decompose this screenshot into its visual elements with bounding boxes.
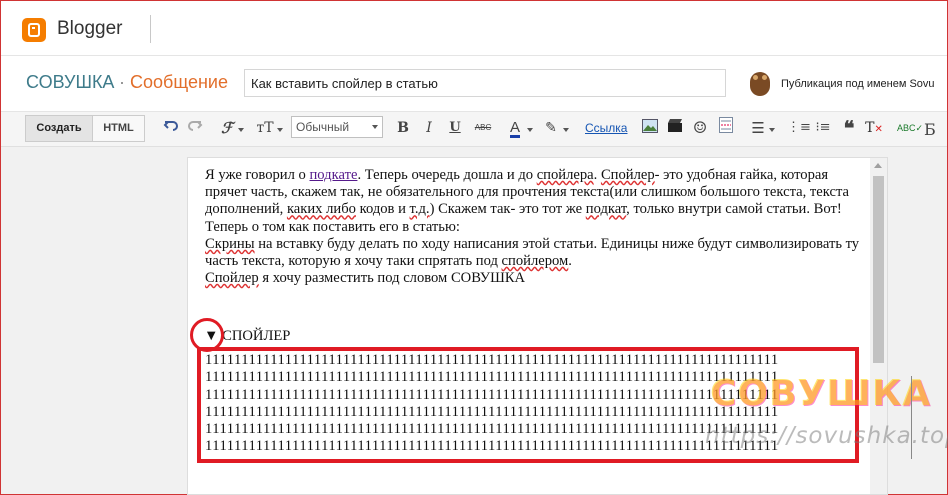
misspelled-word: подкат	[585, 201, 627, 218]
body-text: . Теперь очередь дошла и до	[357, 167, 537, 183]
font-size-icon[interactable]: тT	[254, 117, 276, 139]
toolbar-overflow-glyph[interactable]: Б	[924, 120, 936, 139]
watermark-title: СОВУШКА	[710, 373, 931, 414]
misspelled-word: спойлера	[536, 167, 594, 183]
breadcrumb-separator: ·	[119, 72, 125, 92]
quote-icon[interactable]: ❝	[840, 117, 858, 139]
misspelled-word: Спойлер	[205, 270, 259, 287]
undo-icon[interactable]	[161, 117, 181, 139]
numbered-list-icon[interactable]: ⋮≡	[787, 117, 811, 139]
app-name[interactable]: Blogger	[57, 18, 123, 40]
redo-icon[interactable]	[185, 117, 205, 139]
watermark-divider	[911, 376, 912, 459]
paragraph-style-arrow	[372, 125, 378, 129]
header-divider	[150, 15, 151, 43]
body-text: ) Скажем так- это тот же	[429, 201, 586, 218]
align-dropdown-arrow[interactable]	[769, 128, 775, 132]
misspelled-word: Скрины	[205, 235, 255, 252]
emoji-icon[interactable]: ☺	[691, 117, 709, 139]
published-as-label: Публикация под именем Sovu	[781, 78, 935, 90]
scroll-thumb[interactable]	[873, 176, 884, 363]
bulleted-list-icon[interactable]: ⁝≡	[814, 117, 832, 139]
html-mode-button[interactable]: HTML	[92, 115, 145, 142]
font-size-dropdown-arrow[interactable]	[277, 128, 283, 132]
section-label: Сообщение	[130, 72, 228, 92]
paragraph-style-value: Обычный	[296, 120, 350, 134]
post-body[interactable]: Я уже говорил о подкате. Теперь очередь …	[205, 167, 865, 287]
underline-icon[interactable]: U	[447, 117, 463, 139]
spellcheck-icon[interactable]: ABC✓	[897, 117, 923, 139]
post-title-input[interactable]	[244, 69, 726, 97]
font-family-icon[interactable]: ℱ	[218, 117, 236, 139]
body-text: .	[593, 167, 601, 183]
body-text: Я уже говорил о	[205, 167, 310, 183]
misspelled-word: Спойлер	[600, 167, 655, 183]
body-text: я хочу разместить под словом СОВУШКА	[258, 270, 526, 287]
strikethrough-icon[interactable]: ABC	[472, 117, 494, 139]
link-podkat[interactable]: подкате	[310, 167, 358, 183]
blog-name[interactable]: СОВУШКА	[26, 72, 114, 93]
body-text: .	[568, 253, 572, 270]
text-color-dropdown-arrow[interactable]	[527, 128, 533, 132]
scroll-up-arrow-icon[interactable]	[874, 163, 882, 168]
body-text: кодов и	[355, 201, 410, 218]
blogger-logo-icon[interactable]	[22, 18, 46, 42]
bold-icon[interactable]: B	[395, 117, 411, 139]
app-header: Blogger	[1, 1, 947, 56]
body-text: , только внутри самой статьи. Вот!	[626, 201, 842, 218]
clear-format-icon[interactable]: T✕	[865, 117, 883, 139]
italic-icon[interactable]: I	[421, 117, 437, 139]
misspelled-word: т.д.	[409, 201, 430, 218]
text-color-icon[interactable]: A	[504, 117, 526, 139]
video-icon[interactable]	[666, 117, 684, 139]
insert-link-button[interactable]: Ссылка	[585, 121, 627, 135]
post-title-bar: СОВУШКА · Сообщение Публикация под имене…	[1, 56, 947, 112]
avatar[interactable]	[750, 72, 770, 96]
body-text: Теперь о том как поставить его в статью:	[205, 218, 460, 235]
image-icon[interactable]	[641, 117, 659, 139]
paragraph-style-select[interactable]: Обычный	[291, 116, 383, 138]
align-icon[interactable]: ☰	[749, 117, 767, 139]
jump-break-icon[interactable]	[717, 117, 735, 139]
editor-toolbar: Создать HTML ℱ тT Обычный B I U ABC A ✎ …	[1, 112, 947, 147]
highlight-dropdown-arrow[interactable]	[563, 128, 569, 132]
font-family-dropdown-arrow[interactable]	[238, 128, 244, 132]
misspelled-word: спойлером	[501, 253, 569, 270]
misspelled-word: каких либо	[286, 201, 356, 218]
highlight-icon[interactable]: ✎	[541, 117, 561, 139]
compose-mode-button[interactable]: Создать	[25, 115, 93, 142]
